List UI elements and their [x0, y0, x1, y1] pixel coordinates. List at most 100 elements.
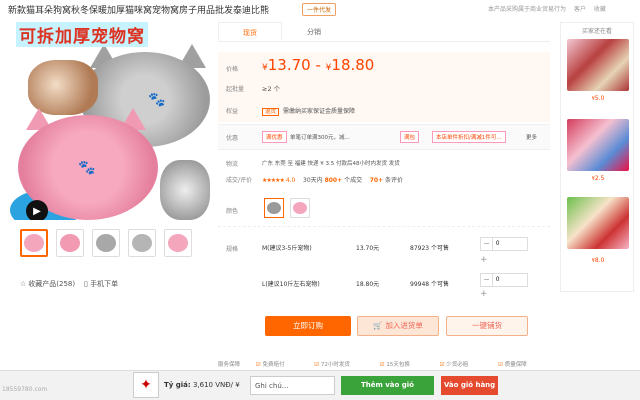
rating-stars: ★★★★★	[262, 177, 285, 184]
rating-label: 成交/评价	[226, 177, 253, 184]
phone-icon: ▯	[84, 280, 88, 288]
top-link-favorite[interactable]: 收藏	[594, 6, 606, 13]
min-order-value: ≥2 个	[262, 85, 281, 93]
rate-label: Tỷ giá:	[164, 381, 191, 389]
spec-price: 13.70元	[356, 245, 380, 252]
thumbnail-item[interactable]	[56, 229, 84, 257]
buy-now-button[interactable]: 立即订购	[265, 316, 351, 336]
price-low: 13.70	[267, 56, 311, 74]
tab-distribution[interactable]: 分销	[282, 22, 346, 41]
add-to-purchase-list-label: 加入进货单	[385, 321, 423, 330]
promo-tag-discount[interactable]: 满优惠	[262, 131, 287, 143]
one-click-distribute-button[interactable]: 一键铺货	[446, 316, 528, 336]
promo-text: 单笔订单满300元，减...	[290, 135, 350, 141]
quantity-stepper: −	[480, 273, 528, 287]
color-swatch-grey[interactable]	[264, 198, 284, 218]
dropship-badge: 一件代发	[302, 3, 337, 16]
mobile-order[interactable]: ▯ 手机下单	[84, 279, 118, 289]
spec-stock: 87923 个可售	[410, 245, 449, 252]
extension-logo-icon: ✦	[133, 372, 159, 398]
color-swatch-pink[interactable]	[290, 198, 310, 218]
service-item: 72小时发货	[320, 362, 350, 368]
promo-label: 优惠	[226, 135, 239, 142]
sidebar-item-price: ¥8.0	[591, 257, 605, 264]
cat-image	[160, 160, 210, 220]
mobile-order-label: 手机下单	[90, 280, 119, 288]
rating-info: ★★★★★ 4.0 30天内 800+ 个成交 70+ 条评价	[262, 175, 403, 184]
price-separator: -	[315, 56, 321, 74]
days-label: 30天内	[303, 177, 323, 184]
go-to-cart-button[interactable]: Vào giỏ hàng	[441, 376, 498, 395]
promo-tag-package[interactable]: 满包	[400, 131, 420, 143]
check-icon: ☑	[379, 362, 385, 368]
service-item: 质量保障	[504, 362, 527, 368]
spec-table: 规格 M(建议3-5斤宠物) 13.70元 87923 个可售 − + L(建议…	[218, 226, 550, 302]
rights-text: 需缴纳买家保证金质量保障	[282, 108, 355, 115]
color-label: 颜色	[226, 208, 239, 215]
increase-button[interactable]: +	[480, 289, 488, 299]
exchange-rate: Tỷ giá: 3,610 VNĐ/ ¥	[164, 381, 240, 389]
spec-row: M(建议3-5斤宠物) 13.70元 87923 个可售 −	[262, 237, 550, 257]
price-high: 18.80	[331, 56, 375, 74]
price-range: ¥13.70 - ¥18.80	[262, 56, 374, 74]
check-icon: ☑	[439, 362, 445, 368]
product-title: 新款猫耳朵狗窝秋冬保暖加厚猫咪窝宠物窝房子用品批发泰迪比熊	[8, 6, 270, 16]
rights-label: 权益	[226, 108, 239, 115]
purchase-tabs: 现货 分销	[218, 22, 550, 42]
increase-button[interactable]: +	[480, 255, 488, 265]
sidebar-item-image[interactable]	[567, 119, 629, 171]
thumbnail-item[interactable]	[20, 229, 48, 257]
return-tag: 退货	[262, 108, 280, 116]
service-item: 少货必赔	[446, 362, 469, 368]
spec-label: 规格	[226, 246, 239, 253]
product-page: 新款猫耳朵狗窝秋冬保暖加厚猫咪窝宠物窝房子用品批发泰迪比熊 一件代发 本产品采购…	[0, 0, 640, 400]
check-icon: ☑	[314, 362, 320, 368]
review-count[interactable]: 70+	[370, 177, 383, 184]
recommend-sidebar: 买家还在看 ¥5.0 ¥2.5 ¥8.0	[560, 22, 634, 292]
tab-spot[interactable]: 现货	[218, 22, 282, 41]
spec-stock: 99948 个可售	[410, 281, 449, 288]
quantity-stepper: −	[480, 237, 528, 251]
sidebar-item-image[interactable]	[567, 39, 629, 91]
quantity-input[interactable]	[493, 274, 527, 286]
collect-label: 收藏产品(258)	[28, 280, 76, 288]
cart-icon: 🛒	[373, 321, 383, 330]
sidebar-title: 买家还在看	[581, 28, 612, 35]
decrease-button[interactable]: −	[481, 274, 493, 286]
sidebar-item-image[interactable]	[567, 197, 629, 249]
rate-value: 3,610 VNĐ/ ¥	[192, 381, 240, 389]
thumbnail-item[interactable]	[128, 229, 156, 257]
sidebar-item-price: ¥5.0	[591, 95, 605, 102]
play-video-icon[interactable]: ▶	[26, 200, 48, 220]
top-link-customer[interactable]: 客户	[574, 6, 586, 13]
main-product-image[interactable]: 🐾 🐾 可拆加厚宠物窝 ▶	[10, 20, 210, 220]
check-icon: ☑	[498, 362, 503, 368]
sold-count: 800+	[324, 177, 343, 184]
service-item: 15天包换	[386, 362, 410, 368]
top-links: 本产品采购属于商业贸易行为 客户 收藏	[488, 4, 612, 13]
check-icon: ☑	[255, 362, 261, 368]
spec-row: L(建议10斤左右宠物) 18.80元 99948 个可售 −	[262, 273, 550, 293]
add-to-purchase-list-button[interactable]: 🛒 加入进货单	[357, 316, 439, 336]
review-unit: 条评价	[385, 177, 404, 184]
sold-unit: 个成交	[344, 177, 363, 184]
image-banner-text: 可拆加厚宠物窝	[16, 22, 148, 47]
shipping-label: 物流	[226, 161, 239, 168]
promo-more[interactable]: 更多	[526, 133, 537, 141]
collect-product[interactable]: ☆ 收藏产品(258)	[20, 279, 75, 289]
paw-icon: 🐾	[148, 92, 166, 108]
note-input[interactable]	[250, 376, 335, 395]
top-link-notice[interactable]: 本产品采购属于商业贸易行为	[488, 6, 566, 13]
shipping-info: 广东 东莞 至 福建 快递 ¥ 3.5 付款后48小时内发货 发货	[262, 161, 400, 167]
promo-tag-store[interactable]: 本店单件折扣/满减1件可...	[432, 131, 506, 143]
thumbnail-item[interactable]	[164, 229, 192, 257]
quantity-input[interactable]	[493, 238, 527, 250]
spec-name: M(建议3-5斤宠物)	[262, 245, 312, 252]
star-outline-icon: ☆	[20, 280, 27, 288]
thumbnail-item[interactable]	[92, 229, 120, 257]
sidebar-item-price: ¥2.5	[591, 175, 605, 182]
add-to-cart-button[interactable]: Thêm vào giỏ	[341, 376, 434, 395]
paw-icon: 🐾	[78, 160, 96, 176]
price-label: 价格	[226, 66, 239, 73]
decrease-button[interactable]: −	[481, 238, 493, 250]
